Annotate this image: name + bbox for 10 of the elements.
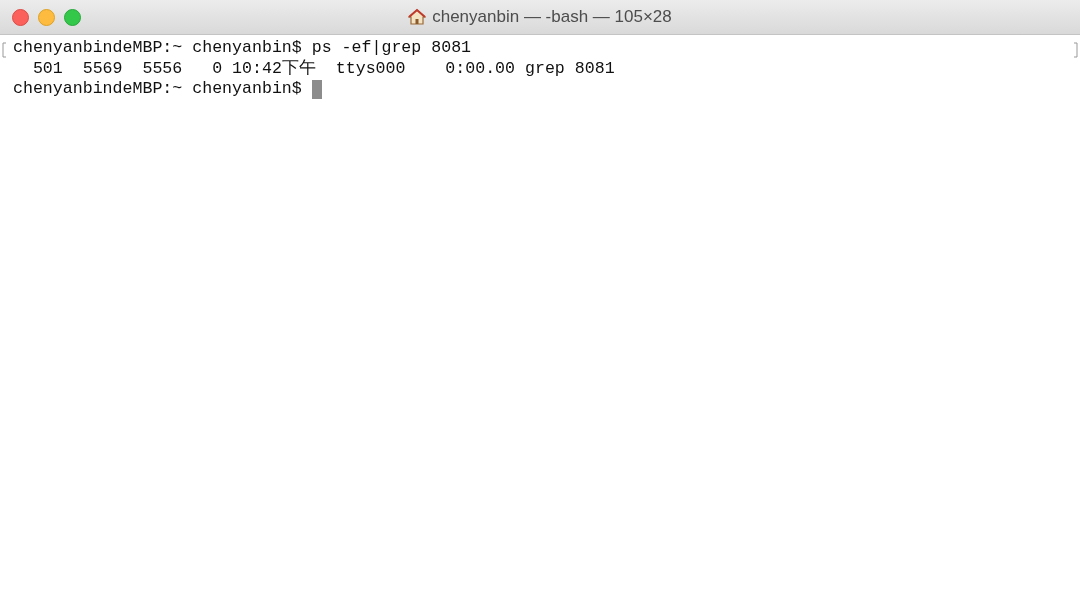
minimize-button[interactable] — [38, 8, 55, 26]
window-title: chenyanbin — -bash — 105×28 — [432, 7, 672, 27]
close-button[interactable] — [12, 8, 29, 26]
bracket-icon — [2, 42, 7, 58]
house-icon — [408, 8, 427, 26]
bracket-icon — [1073, 42, 1078, 58]
terminal-line: 501 5569 5556 0 10:42下午 ttys000 0:00.00 grep 8081 — [31, 58, 615, 79]
terminal-line: chenyanbindeMBP:~ chenyanbin$ ps -ef|grep 8081 — [13, 38, 472, 59]
terminal-line: chenyanbindeMBP:~ chenyanbin$ — [13, 79, 303, 100]
zoom-button[interactable] — [64, 8, 81, 26]
